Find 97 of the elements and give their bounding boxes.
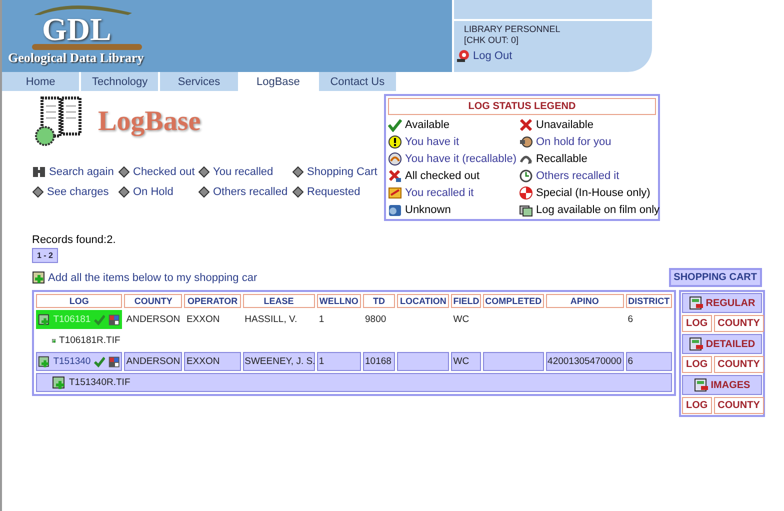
film-icon xyxy=(519,203,533,217)
logout-link[interactable]: Log Out xyxy=(473,50,512,62)
report-icon xyxy=(694,378,708,392)
nav-link[interactable]: Requested xyxy=(292,186,382,198)
legend-label: Available xyxy=(405,119,450,131)
section-title: IMAGES xyxy=(710,380,750,390)
legend-label: You have it xyxy=(405,136,460,148)
report-button[interactable]: COUNTY xyxy=(714,315,764,332)
legend-label: Unknown xyxy=(405,204,451,216)
report-icon xyxy=(688,296,703,310)
column-header: COMPLETED xyxy=(483,294,544,308)
nav-tab[interactable]: Contact Us xyxy=(318,72,398,91)
column-header: TD xyxy=(363,294,396,308)
shopping-cart-button[interactable]: SHOPPING CART xyxy=(668,268,762,287)
check-icon xyxy=(94,356,106,368)
alert-icon xyxy=(388,135,402,149)
table-cell: 42001305470000 xyxy=(546,352,624,371)
legend-label: Log available on film only xyxy=(536,204,660,216)
diamond-icon xyxy=(292,186,304,198)
diamond-icon xyxy=(32,186,44,198)
diamond-icon xyxy=(118,166,130,178)
nav-link[interactable]: Others recalled xyxy=(198,186,292,198)
add-cart-icon[interactable] xyxy=(52,376,66,390)
column-header: OPERATOR xyxy=(184,294,241,308)
status-icon xyxy=(388,169,402,183)
nav-link[interactable]: You recalled xyxy=(198,165,292,179)
detail-icon[interactable] xyxy=(108,312,120,326)
add-cart-icon[interactable] xyxy=(32,270,46,284)
section-title: DETAILED xyxy=(706,338,756,350)
column-header: DISTRICT xyxy=(626,294,672,308)
report-icon xyxy=(688,337,703,351)
legend-title: LOG STATUS LEGEND xyxy=(388,98,656,115)
legend-label: You recalled it xyxy=(405,187,474,199)
column-header: LEASE xyxy=(242,294,315,308)
table-cell: SWEENEY, J. S. xyxy=(242,352,315,371)
diamond-icon xyxy=(198,166,210,178)
log-link[interactable]: T151340 xyxy=(53,356,91,367)
page-title: LogBase xyxy=(98,106,201,138)
nav-link[interactable]: See charges xyxy=(32,186,118,198)
logout-icon xyxy=(456,49,470,63)
nav-tab[interactable]: Technology xyxy=(81,72,160,91)
diamond-icon xyxy=(292,166,304,178)
logo-subtitle: Geological Data Library xyxy=(8,50,144,66)
page-button[interactable]: 1 - 2 xyxy=(32,248,58,263)
column-header: FIELD xyxy=(451,294,482,308)
user-name: LIBRARY PERSONNEL xyxy=(464,24,562,35)
add-cart-icon[interactable] xyxy=(38,354,50,368)
column-header: LOG xyxy=(36,294,122,308)
nav-link[interactable]: On Hold xyxy=(118,186,198,198)
nav-tab[interactable]: Home xyxy=(2,72,82,91)
add-all-link[interactable]: Add all the items below to my shopping car xyxy=(48,272,258,284)
table-cell: 10168 xyxy=(363,352,396,371)
nav-link[interactable]: Search again xyxy=(32,165,118,179)
clock-icon xyxy=(519,169,533,183)
report-button[interactable]: LOG xyxy=(682,356,712,373)
file-name: T106181R.TIF xyxy=(59,335,120,346)
cross-icon xyxy=(519,118,533,132)
check-icon xyxy=(94,314,106,326)
log-books-drawing xyxy=(34,96,84,148)
add-cart-icon[interactable] xyxy=(38,312,50,326)
report-button[interactable]: LOG xyxy=(682,315,712,332)
status-icon xyxy=(388,152,402,166)
diamond-icon xyxy=(198,186,210,198)
status-icon xyxy=(388,186,402,200)
report-button[interactable]: LOG xyxy=(682,397,712,414)
nav-link[interactable]: Shopping Cart xyxy=(292,165,382,179)
legend-label: Special (In-House only) xyxy=(536,187,650,199)
status-icon xyxy=(519,135,533,149)
table-cell: ANDERSON xyxy=(124,352,182,371)
base-bar-icon xyxy=(32,44,142,50)
file-name: T151340R.TIF xyxy=(69,377,130,388)
column-header: APINO xyxy=(546,294,624,308)
check-icon xyxy=(388,118,402,132)
nav-link[interactable]: Checked out xyxy=(118,165,198,179)
report-button[interactable]: COUNTY xyxy=(714,397,764,414)
table-cell: EXXON xyxy=(184,352,241,371)
legend-label: On hold for you xyxy=(536,136,612,148)
legend-label: You have it (recallable) xyxy=(405,153,516,165)
legend-label: Unavailable xyxy=(536,119,594,131)
column-header: WELLNO xyxy=(316,294,361,308)
target-icon xyxy=(519,186,533,200)
checkout-count: [CHK OUT: 0] xyxy=(464,35,520,46)
diamond-icon xyxy=(118,186,130,198)
legend-label: Others recalled it xyxy=(536,170,620,182)
legend-label: Recallable xyxy=(536,153,588,165)
legend-label: All checked out xyxy=(405,170,480,182)
table-cell: WC xyxy=(451,352,482,371)
section-title: REGULAR xyxy=(706,298,756,308)
column-header: LOCATION xyxy=(397,294,450,308)
report-button[interactable]: COUNTY xyxy=(714,356,764,373)
column-header: COUNTY xyxy=(124,294,182,308)
records-count: Records found:2. xyxy=(32,234,117,246)
logo-title: GDL xyxy=(42,15,112,44)
table-cell: 6 xyxy=(626,352,672,371)
nav-tab[interactable]: Services xyxy=(160,72,240,91)
detail-icon[interactable] xyxy=(108,354,120,368)
table-cell: 1 xyxy=(316,352,361,371)
